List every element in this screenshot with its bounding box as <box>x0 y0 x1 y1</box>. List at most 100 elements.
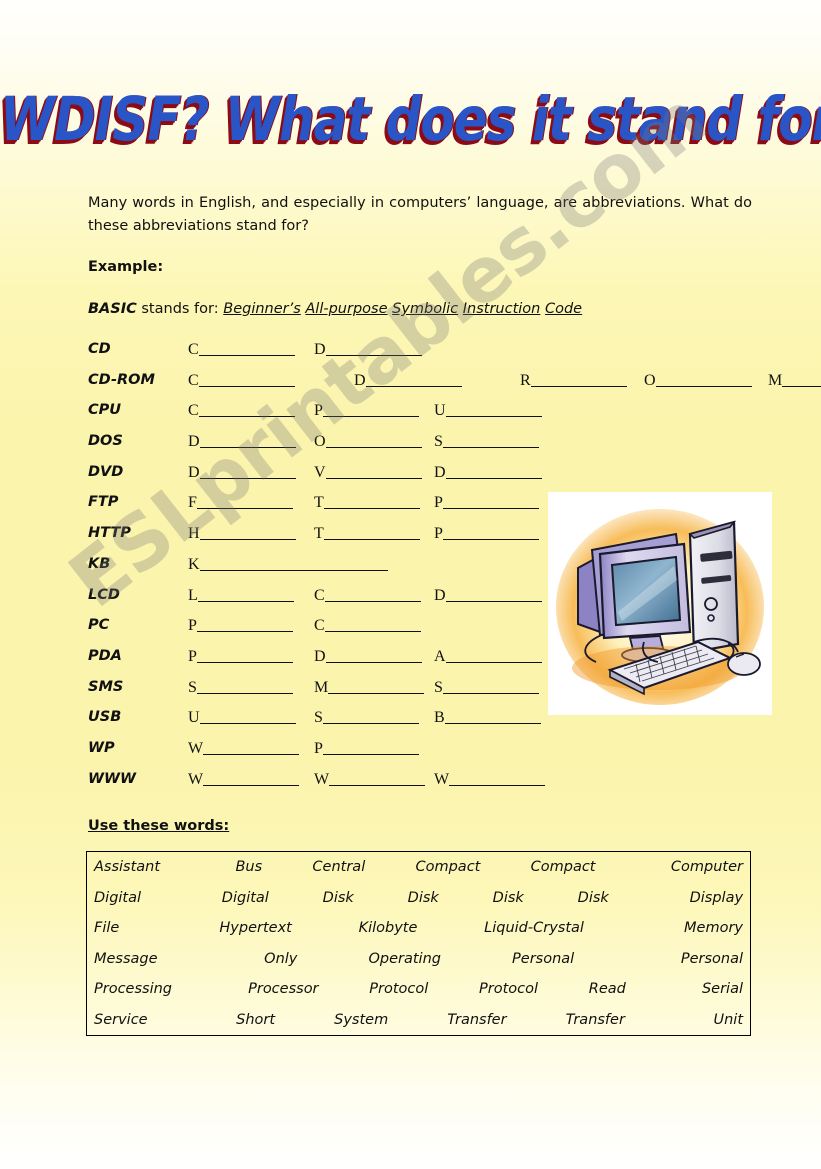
answer-blank[interactable]: D <box>188 464 296 482</box>
answer-blank[interactable]: R <box>520 372 627 390</box>
answer-blank[interactable]: W <box>314 771 426 789</box>
wordbank-word[interactable]: System <box>305 1012 418 1028</box>
answer-blank[interactable]: D <box>434 464 542 482</box>
blank-rule[interactable] <box>449 771 546 786</box>
answer-blank[interactable]: V <box>314 464 422 482</box>
answer-blank[interactable]: P <box>434 525 539 543</box>
blank-rule[interactable] <box>655 372 752 387</box>
blank-rule[interactable] <box>198 341 295 356</box>
answer-blank[interactable]: K <box>188 556 388 574</box>
blank-rule[interactable] <box>442 525 539 541</box>
blank-rule[interactable] <box>324 617 421 633</box>
answer-blank[interactable]: U <box>434 402 542 420</box>
blank-rule[interactable] <box>199 709 296 725</box>
answer-blank[interactable]: D <box>354 372 462 390</box>
blank-rule[interactable] <box>442 433 539 449</box>
answer-blank[interactable]: A <box>434 648 542 666</box>
answer-blank[interactable]: U <box>188 709 296 727</box>
blank-rule[interactable] <box>198 372 295 387</box>
blank-rule[interactable] <box>199 433 296 449</box>
blank-rule[interactable] <box>329 771 426 786</box>
answer-blank[interactable]: W <box>434 771 546 789</box>
wordbank-word[interactable]: Memory <box>617 920 743 936</box>
wordbank-word[interactable]: Processor <box>223 981 344 997</box>
blank-rule[interactable] <box>445 402 542 418</box>
wordbank-word[interactable]: Digital <box>94 890 195 906</box>
wordbank-word[interactable]: Disk <box>381 890 466 906</box>
answer-blank[interactable]: S <box>434 679 539 697</box>
blank-rule[interactable] <box>199 556 388 571</box>
blank-rule[interactable] <box>442 494 539 510</box>
answer-blank[interactable]: M <box>768 372 821 390</box>
wordbank-word[interactable]: Digital <box>195 890 296 906</box>
wordbank-word[interactable]: Disk <box>466 890 551 906</box>
wordbank-word[interactable]: Disk <box>296 890 381 906</box>
answer-blank[interactable]: P <box>314 740 419 758</box>
answer-blank[interactable]: W <box>188 740 300 758</box>
wordbank-word[interactable]: Assistant <box>94 859 210 875</box>
blank-rule[interactable] <box>530 372 627 387</box>
blank-rule[interactable] <box>323 494 420 510</box>
answer-blank[interactable]: L <box>188 587 294 605</box>
wordbank-word[interactable]: Liquid-Crystal <box>451 920 618 936</box>
answer-blank[interactable]: D <box>434 587 542 605</box>
wordbank-word[interactable]: Message <box>94 951 229 967</box>
answer-blank[interactable]: P <box>314 402 419 420</box>
answer-blank[interactable]: S <box>314 709 419 727</box>
wordbank-word[interactable]: Only <box>229 951 333 967</box>
wordbank-word[interactable]: Display <box>636 890 743 906</box>
blank-rule[interactable] <box>445 587 542 602</box>
wordbank-word[interactable]: Operating <box>333 951 477 967</box>
blank-rule[interactable] <box>325 341 422 356</box>
blank-rule[interactable] <box>325 464 422 479</box>
answer-blank[interactable]: C <box>188 402 295 420</box>
wordbank-word[interactable]: Kilobyte <box>325 920 451 936</box>
blank-rule[interactable] <box>196 617 293 633</box>
answer-blank[interactable]: C <box>314 617 421 635</box>
wordbank-word[interactable]: Service <box>94 1012 207 1028</box>
wordbank-word[interactable]: Read <box>563 981 651 997</box>
wordbank-word[interactable]: Processing <box>94 981 223 997</box>
wordbank-word[interactable]: Hypertext <box>186 920 325 936</box>
wordbank-word[interactable]: Transfer <box>418 1012 536 1028</box>
answer-blank[interactable]: P <box>434 494 539 512</box>
answer-blank[interactable]: O <box>314 433 422 451</box>
blank-rule[interactable] <box>322 402 419 418</box>
blank-rule[interactable] <box>782 372 821 387</box>
wordbank-word[interactable]: Bus <box>210 859 287 875</box>
blank-rule[interactable] <box>203 740 300 755</box>
answer-blank[interactable]: P <box>188 648 293 666</box>
blank-rule[interactable] <box>197 587 294 602</box>
answer-blank[interactable]: T <box>314 494 420 512</box>
answer-blank[interactable]: D <box>314 341 422 359</box>
blank-rule[interactable] <box>196 494 293 510</box>
wordbank-word[interactable]: Serial <box>651 981 743 997</box>
blank-rule[interactable] <box>365 372 462 387</box>
blank-rule[interactable] <box>198 402 295 418</box>
answer-blank[interactable]: F <box>188 494 293 512</box>
answer-blank[interactable]: D <box>188 433 296 451</box>
wordbank-word[interactable]: Protocol <box>454 981 564 997</box>
blank-rule[interactable] <box>199 464 296 479</box>
answer-blank[interactable]: T <box>314 525 420 543</box>
answer-blank[interactable]: B <box>434 709 541 727</box>
wordbank-word[interactable]: Compact <box>390 859 505 875</box>
answer-blank[interactable]: C <box>314 587 421 605</box>
wordbank-word[interactable]: Disk <box>551 890 636 906</box>
wordbank-word[interactable]: Computer <box>621 859 743 875</box>
wordbank-word[interactable]: Transfer <box>536 1012 654 1028</box>
blank-rule[interactable] <box>325 433 422 449</box>
answer-blank[interactable]: C <box>188 341 295 359</box>
answer-blank[interactable]: S <box>434 433 539 451</box>
blank-rule[interactable] <box>322 740 419 755</box>
wordbank-word[interactable]: Personal <box>610 951 743 967</box>
answer-blank[interactable]: C <box>188 372 295 390</box>
answer-blank[interactable]: O <box>644 372 752 390</box>
blank-rule[interactable] <box>199 525 296 541</box>
answer-blank[interactable]: M <box>314 679 425 697</box>
answer-blank[interactable]: P <box>188 617 293 635</box>
blank-rule[interactable] <box>203 771 300 786</box>
wordbank-word[interactable]: Protocol <box>344 981 454 997</box>
wordbank-word[interactable]: Central <box>287 859 390 875</box>
blank-rule[interactable] <box>322 709 419 725</box>
